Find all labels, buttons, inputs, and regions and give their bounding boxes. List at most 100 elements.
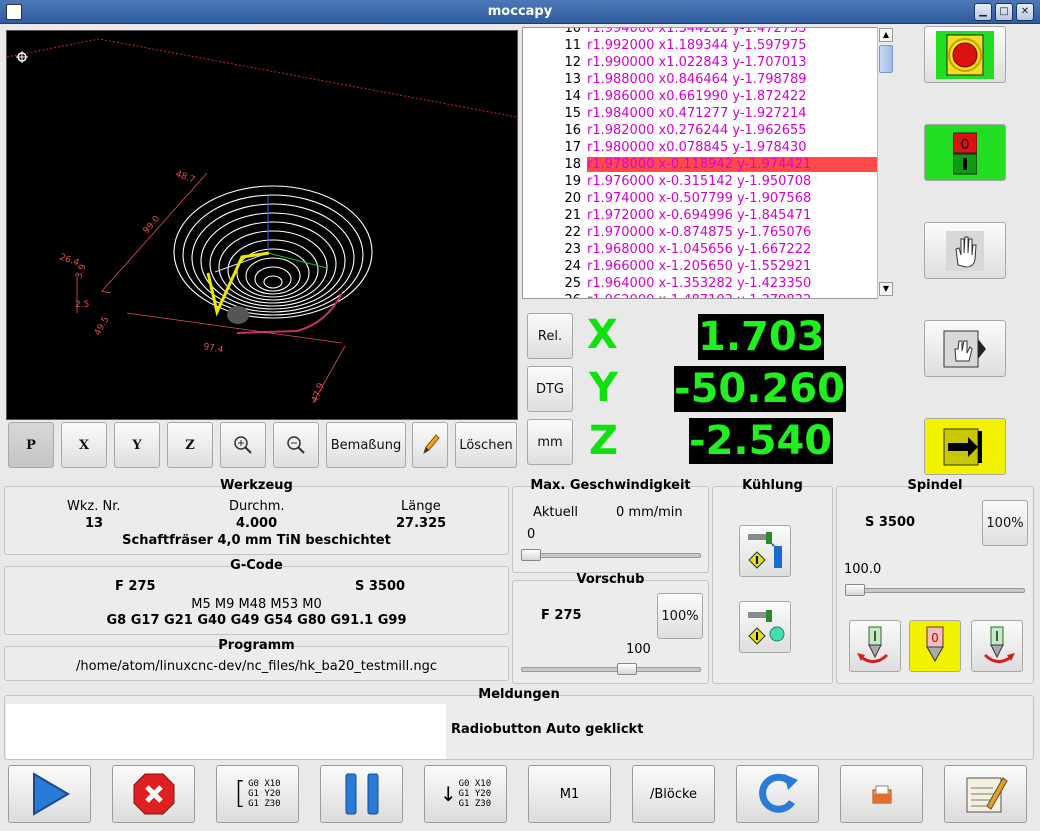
gcode-line[interactable]: 26 r1.962000 x-1.487103 y-1.279832 [523, 293, 876, 298]
pencil-icon [423, 434, 440, 455]
step-gcode-preview: G0 X10 G1 Y20 G1 Z30 [248, 779, 281, 809]
dimension-label: 49.5 [93, 315, 112, 337]
close-icon[interactable]: ✕ [1016, 3, 1034, 21]
gcode-line[interactable]: 21 r1.972000 x-0.694996 y-1.845471 [523, 208, 876, 225]
relative-coords-button[interactable]: Rel. [527, 313, 573, 359]
title-bar: moccapy ▁ □ ✕ [0, 0, 1040, 24]
mdi-mode-button[interactable] [924, 320, 1006, 377]
edit-button[interactable] [412, 422, 448, 468]
feed-override-reset-button[interactable]: 100% [657, 593, 703, 639]
auto-arrow-icon [943, 428, 982, 465]
gcode-line[interactable]: 14 r1.986000 x0.661990 y-1.872422 [523, 89, 876, 106]
units-button[interactable]: mm [527, 419, 573, 465]
tool-length-label: Länge [401, 499, 441, 514]
flood-coolant-icon [748, 532, 782, 569]
reload-program-button[interactable] [736, 765, 819, 823]
feed-override-slider-handle[interactable] [617, 663, 637, 675]
gcode-line-number: 18 [564, 157, 581, 172]
spiral-ring [254, 266, 292, 292]
dimensions-button[interactable]: Bemaßung [326, 422, 406, 468]
spindle-cw-button[interactable] [971, 620, 1023, 672]
spindle-ccw-button[interactable] [849, 620, 901, 672]
pause-button[interactable] [320, 765, 403, 823]
y-position-value: -50.260 [674, 366, 846, 412]
program-path: /home/atom/linuxcnc-dev/nc_files/hk_ba20… [76, 659, 437, 674]
auto-mode-button[interactable] [924, 418, 1006, 475]
gcode-listing[interactable]: 10 r1.994000 x1.344282 y-1.472733 11 r1.992… [522, 27, 894, 299]
messages-title: Meldungen [478, 687, 560, 702]
view-perspective-button[interactable]: P [8, 422, 54, 468]
gcode-feed: F 275 [115, 579, 156, 594]
maximize-icon[interactable]: □ [995, 3, 1013, 21]
spindle-cw-icon [983, 626, 1015, 663]
scroll-up-icon[interactable]: ▲ [879, 28, 893, 42]
gcode-line-text: r1.976000 x-0.315142 y-1.950708 [587, 174, 812, 189]
hand-icon [946, 230, 984, 271]
dimension-label: 99.0 [142, 214, 163, 236]
manual-mode-button[interactable] [924, 222, 1006, 279]
view-z-button[interactable]: Z [167, 422, 213, 468]
scroll-thumb[interactable] [879, 45, 893, 73]
zoom-in-button[interactable] [220, 422, 266, 468]
toolpath-preview[interactable]: 48.7 99.0 26.4 3.9 2.5 49.5 97.4 47.9 [6, 30, 518, 420]
gcode-line[interactable]: 15 r1.984000 x0.471277 y-1.927214 [523, 106, 876, 123]
gcode-line[interactable]: 12 r1.990000 x1.022843 y-1.707013 [523, 55, 876, 72]
stop-program-button[interactable] [112, 765, 195, 823]
gcode-line[interactable]: 25 r1.964000 x-1.353282 y-1.423350 [523, 276, 876, 293]
max-velocity-title: Max. Geschwindigkeit [530, 478, 691, 493]
view-p-label: P [26, 437, 36, 453]
mist-coolant-button[interactable] [739, 601, 791, 653]
flood-coolant-button[interactable] [739, 525, 791, 577]
clear-preview-button[interactable]: Löschen [455, 422, 517, 468]
max-velocity-slider[interactable] [521, 553, 701, 558]
feed-override-slider[interactable] [521, 667, 701, 672]
x-position-value: 1.703 [698, 314, 825, 360]
spindle-override-slider-handle[interactable] [845, 584, 865, 596]
spiral-toolpath [173, 185, 373, 319]
gcode-line-text: r1.988000 x0.846464 y-1.798789 [587, 72, 807, 87]
gcode-line[interactable]: 24 r1.966000 x-1.205650 y-1.552921 [523, 259, 876, 276]
spindle-stop-button[interactable]: 0 [909, 620, 961, 672]
run-from-line-button[interactable]: ↓ G0 X10 G1 Y20 G1 Z30 [424, 765, 507, 823]
run-program-button[interactable] [8, 765, 91, 823]
machine-on-off-button[interactable]: 0 [924, 124, 1006, 181]
max-velocity-slider-handle[interactable] [521, 549, 541, 561]
gcode-line-text: r1.964000 x-1.353282 y-1.423350 [587, 276, 812, 291]
optional-stop-button[interactable]: M1 [528, 765, 611, 823]
tool-panel: Werkzeug Wkz. Nr. 13 Durchm. 4.000 Länge… [4, 478, 509, 555]
gcode-line[interactable]: 20 r1.974000 x-0.507799 y-1.907568 [523, 191, 876, 208]
view-y-button[interactable]: Y [114, 422, 160, 468]
x-axis-label: X [587, 312, 618, 358]
dimension-label: 97.4 [202, 342, 224, 355]
spindle-override-slider[interactable] [845, 588, 1025, 593]
minimize-icon[interactable]: ▁ [974, 3, 992, 21]
pause-icon [345, 773, 378, 815]
scroll-down-icon[interactable]: ▼ [879, 282, 893, 296]
gcode-line[interactable]: 23 r1.968000 x-1.045656 y-1.667222 [523, 242, 876, 259]
coolant-panel: Kühlung [712, 478, 833, 684]
gcode-line[interactable]: 10 r1.994000 x1.344282 y-1.472733 [523, 28, 876, 38]
gcode-line-text: r1.982000 x0.276244 y-1.962655 [587, 123, 807, 138]
gcode-line[interactable]: 18 r1.978000 x-0.118942 y-1.974421 [523, 157, 877, 174]
dtg-button[interactable]: DTG [527, 366, 573, 412]
current-velocity-label: Aktuell [533, 505, 578, 520]
edit-program-button[interactable] [944, 765, 1027, 823]
zoom-out-button[interactable] [273, 422, 319, 468]
gcode-scrollbar[interactable]: ▲ ▼ [877, 27, 894, 299]
gcode-line[interactable]: 22 r1.970000 x-0.874875 y-1.765076 [523, 225, 876, 242]
block-delete-button[interactable]: /Blöcke [632, 765, 715, 823]
feed-panel: Vorschub F 275 100% 100 [512, 572, 709, 684]
gcode-line[interactable]: 16 r1.982000 x0.276244 y-1.962655 [523, 123, 876, 140]
view-x-label: X [78, 437, 90, 453]
tool-nr-value: 13 [85, 516, 104, 531]
gcode-line[interactable]: 19 r1.976000 x-0.315142 y-1.950708 [523, 174, 876, 191]
open-file-button[interactable] [840, 765, 923, 823]
estop-button[interactable] [924, 26, 1006, 83]
gcode-line[interactable]: 13 r1.988000 x0.846464 y-1.798789 [523, 72, 876, 89]
spindle-override-reset-button[interactable]: 100% [982, 500, 1028, 546]
gcode-line[interactable]: 11 r1.992000 x1.189344 y-1.597975 [523, 38, 876, 55]
step-button[interactable]: [G0 X10 G1 Y20 G1 Z30 [216, 765, 299, 823]
view-x-button[interactable]: X [61, 422, 107, 468]
gcode-line-number: 19 [564, 174, 581, 189]
gcode-line[interactable]: 17 r1.980000 x0.078845 y-1.978430 [523, 140, 876, 157]
